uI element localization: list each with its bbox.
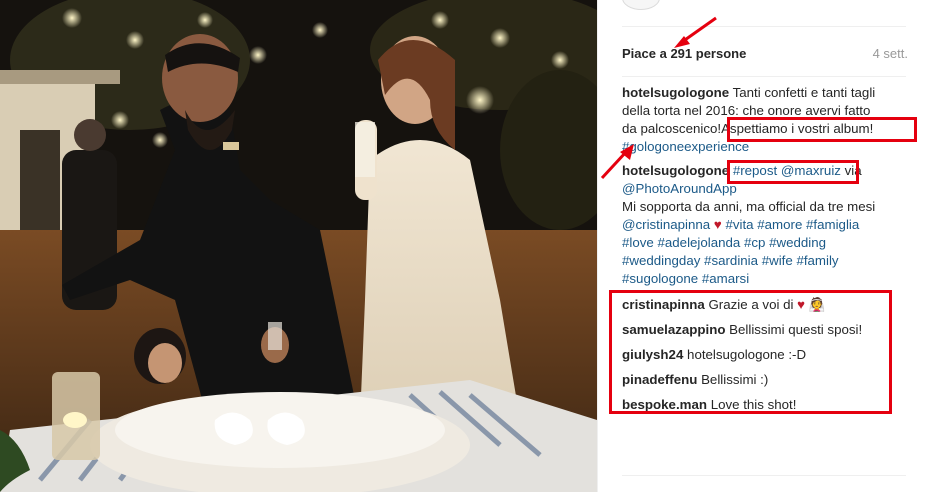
avatar[interactable] xyxy=(622,0,660,10)
hashtag-link[interactable]: #sugologone #amarsi xyxy=(622,271,749,286)
caption-text: della torta nel 2016: che onore avervi f… xyxy=(622,103,871,118)
mention-link[interactable]: @cristinapinna xyxy=(622,217,710,232)
caption-text: Tanti confetti e tanti tagli xyxy=(732,85,876,100)
divider xyxy=(622,76,906,77)
comment-username[interactable]: hotelsugologone xyxy=(622,85,729,100)
hashtag-link[interactable]: #love #adelejolanda #cp #wedding xyxy=(622,235,826,250)
annotation-box-comments xyxy=(609,290,892,414)
annotation-box-album xyxy=(727,117,917,142)
annotation-arrow-likes-icon xyxy=(674,16,717,48)
comment-username[interactable]: hotelsugologone xyxy=(622,163,729,178)
annotation-box-repost xyxy=(727,160,859,184)
post-time[interactable]: 4 sett. xyxy=(873,46,908,61)
divider xyxy=(622,475,906,476)
post-side-panel: Piace a 291 persone 4 sett. hotelsugolog… xyxy=(597,0,934,492)
hashtag-link[interactable]: #weddingday #sardinia #wife #family xyxy=(622,253,839,268)
caption-text: da palcoscenico! xyxy=(622,121,722,136)
annotation-arrow-hashtag-icon xyxy=(600,144,634,180)
mention-link[interactable]: @PhotoAroundApp xyxy=(622,181,737,196)
post-photo[interactable] xyxy=(0,0,597,492)
caption-text: Mi sopporta da anni, ma official da tre … xyxy=(622,199,876,214)
heart-icon: ♥ xyxy=(713,217,722,232)
hashtag-link[interactable]: #vita #amore #famiglia xyxy=(725,217,859,232)
